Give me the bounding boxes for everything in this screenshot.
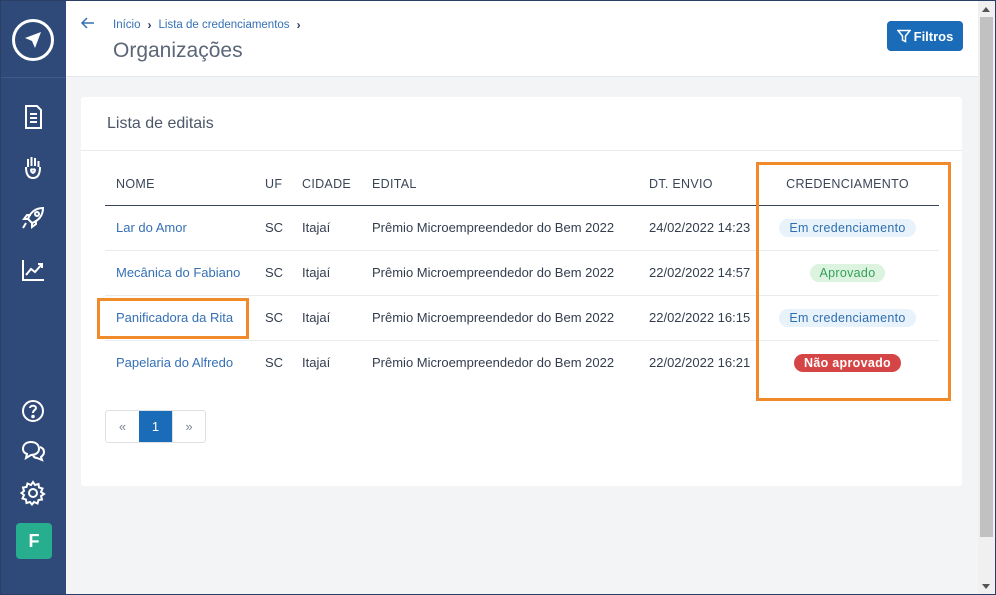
cell-edital: Prêmio Microempreendedor do Bem 2022 — [361, 205, 638, 251]
cell-cidade: Itajaí — [291, 295, 361, 341]
card-title: Lista de editais — [107, 115, 214, 132]
pagination-prev[interactable]: « — [106, 411, 139, 442]
avatar[interactable]: F — [16, 523, 52, 559]
pagination: « 1 » — [105, 410, 206, 443]
cell-dt-envio: 22/02/2022 14:57 — [638, 250, 756, 296]
sidebar: F — [1, 1, 66, 594]
organization-link[interactable]: Papelaria do Alfredo — [116, 355, 233, 370]
credenciamento-column-highlight — [756, 162, 951, 401]
organization-link[interactable]: Lar do Amor — [116, 220, 187, 235]
breadcrumb: Início › Lista de credenciamentos › — [113, 18, 308, 32]
vertical-scrollbar[interactable] — [978, 1, 995, 594]
card-divider — [81, 150, 962, 151]
cell-edital: Prêmio Microempreendedor do Bem 2022 — [372, 355, 615, 371]
filter-icon — [896, 29, 911, 43]
raised-hand-icon[interactable] — [19, 153, 47, 181]
row-name-highlight — [97, 298, 249, 339]
cell-edital: Prêmio Microempreendedor do Bem 2022 — [361, 295, 638, 341]
sidebar-divider — [1, 77, 66, 78]
cell-uf: SC — [265, 355, 284, 371]
cell-uf: SC — [254, 295, 291, 341]
rocket-icon[interactable] — [19, 204, 47, 232]
filter-button[interactable]: Filtros — [887, 21, 963, 51]
logo-icon[interactable] — [12, 19, 54, 61]
filter-button-label: Filtros — [913, 28, 954, 44]
cell-cidade: Itajaí — [291, 250, 361, 296]
cell-cidade: Itajaí — [302, 355, 331, 371]
cell-uf: SC — [254, 205, 291, 251]
scroll-up-arrow-icon[interactable] — [982, 7, 990, 12]
chart-icon[interactable] — [19, 256, 47, 284]
column-header-cidade[interactable]: CIDADE — [291, 164, 361, 206]
pagination-page-current[interactable]: 1 — [139, 411, 172, 442]
column-header-nome[interactable]: NOME — [105, 164, 254, 206]
cell-edital: Prêmio Microempreendedor do Bem 2022 — [361, 250, 638, 296]
help-icon[interactable] — [19, 397, 47, 425]
pagination-next[interactable]: » — [172, 411, 205, 442]
cell-cidade: Itajaí — [291, 205, 361, 251]
chevron-right-icon: › — [296, 18, 301, 32]
column-header-edital[interactable]: EDITAL — [361, 164, 638, 206]
chevron-right-icon: › — [147, 18, 152, 32]
breadcrumb-lista-credenciamentos[interactable]: Lista de credenciamentos — [159, 19, 290, 31]
scroll-down-arrow-icon[interactable] — [982, 584, 990, 589]
organization-link[interactable]: Mecânica do Fabiano — [116, 265, 240, 280]
chat-icon[interactable] — [19, 437, 47, 465]
cell-dt-envio: 24/02/2022 14:23 — [638, 205, 756, 251]
scroll-thumb[interactable] — [980, 17, 993, 537]
cell-uf: SC — [254, 250, 291, 296]
cell-dt-envio: 22/02/2022 16:15 — [638, 295, 756, 341]
page-header: Início › Lista de credenciamentos › Orga… — [66, 1, 978, 77]
document-list-icon[interactable] — [19, 103, 47, 131]
cell-dt-envio: 22/02/2022 16:21 — [649, 355, 751, 371]
settings-icon[interactable] — [19, 479, 47, 507]
page-title: Organizações — [113, 39, 243, 62]
column-header-dt-envio[interactable]: DT. ENVIO — [638, 164, 756, 206]
breadcrumb-inicio[interactable]: Início — [113, 19, 141, 31]
column-header-uf[interactable]: UF — [254, 164, 291, 206]
back-arrow-icon[interactable] — [80, 15, 96, 31]
